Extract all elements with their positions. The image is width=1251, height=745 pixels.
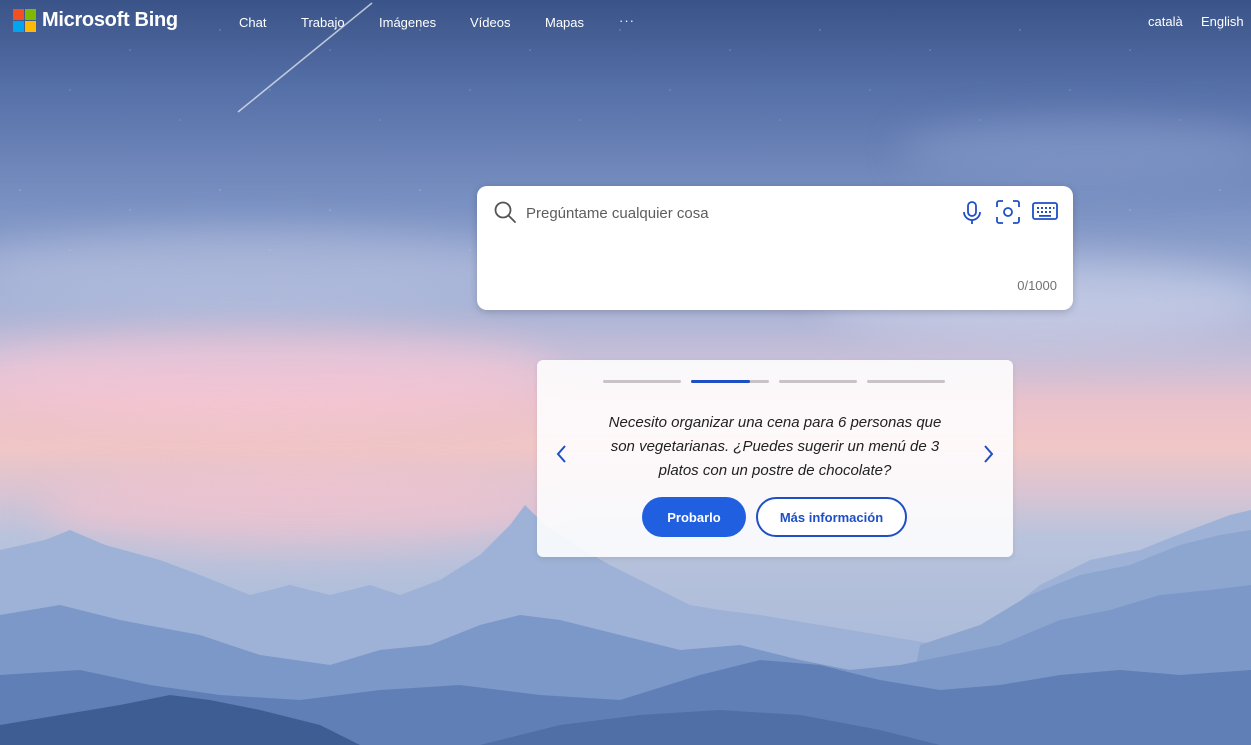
nav-trabajo[interactable]: Trabajo — [301, 15, 345, 30]
search-box: 0/1000 — [477, 186, 1073, 310]
microphone-icon[interactable] — [961, 200, 983, 226]
nav-chat[interactable]: Chat — [239, 15, 266, 30]
nav-mapas[interactable]: Mapas — [545, 15, 584, 30]
search-icon — [494, 201, 516, 223]
suggestion-card: Necesito organizar una cena para 6 perso… — [537, 360, 1013, 557]
carousel-progress — [603, 380, 945, 383]
more-info-button[interactable]: Más información — [756, 497, 907, 537]
brand-name: Microsoft Bing — [42, 9, 178, 31]
progress-segment[interactable] — [867, 380, 945, 383]
visual-search-icon[interactable] — [995, 199, 1021, 225]
keyboard-icon[interactable] — [1032, 201, 1058, 221]
search-input[interactable] — [524, 200, 928, 226]
character-counter: 0/1000 — [1017, 278, 1057, 293]
progress-segment[interactable] — [779, 380, 857, 383]
nav-videos[interactable]: Vídeos — [470, 15, 510, 30]
progress-segment-active[interactable] — [691, 380, 769, 383]
language-english[interactable]: English — [1201, 14, 1244, 29]
try-it-button[interactable]: Probarlo — [642, 497, 746, 537]
nav-imagenes[interactable]: Imágenes — [379, 15, 436, 30]
chevron-right-icon[interactable] — [980, 442, 996, 466]
more-icon[interactable]: ··· — [619, 13, 635, 28]
microsoft-logo-icon — [13, 9, 36, 32]
bing-logo[interactable]: Microsoft Bing — [13, 9, 178, 32]
language-catala[interactable]: català — [1148, 14, 1183, 29]
progress-segment[interactable] — [603, 380, 681, 383]
suggestion-prompt: Necesito organizar una cena para 6 perso… — [608, 414, 942, 479]
top-header: Microsoft Bing Chat Trabajo Imágenes Víd… — [0, 0, 1251, 46]
chevron-left-icon[interactable] — [554, 442, 570, 466]
